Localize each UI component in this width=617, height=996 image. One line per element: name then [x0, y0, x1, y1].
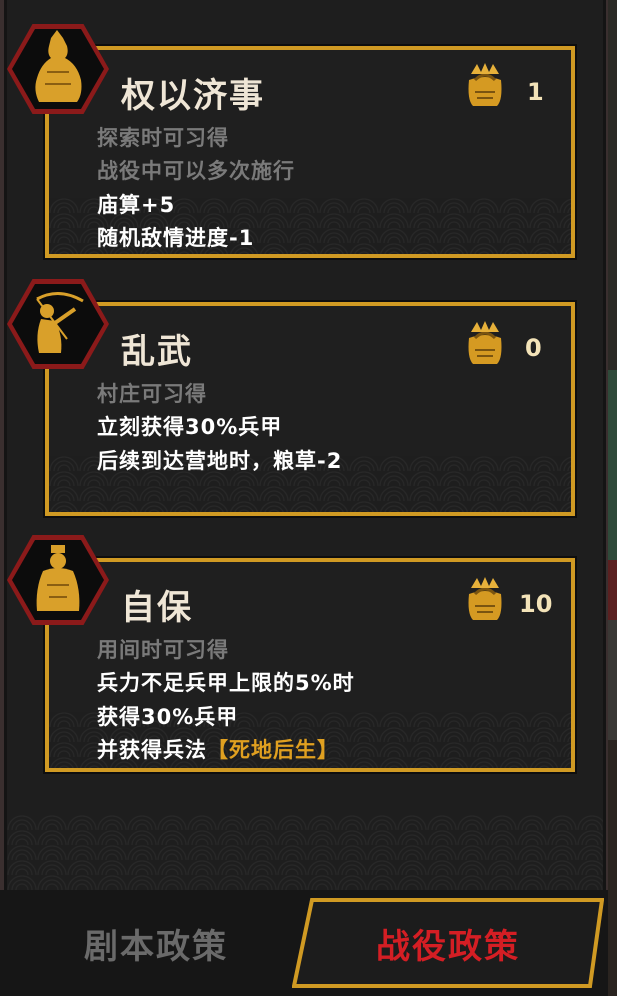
wave-pattern-decoration	[7, 815, 603, 890]
grain-sack-icon	[468, 321, 502, 364]
policy-line: 探索时可习得	[97, 126, 229, 150]
policy-line: 随机敌情进度-1	[97, 226, 255, 250]
grain-sack-icon	[468, 63, 502, 106]
policy-card-3[interactable]: 自保 用间时可习得 兵力不足兵甲上限的5%时 获得30%兵甲 并获得兵法【死地后…	[45, 558, 575, 772]
grain-sack-icon	[468, 577, 502, 620]
policy-line: 用间时可习得	[97, 638, 229, 662]
policy-line: 立刻获得30%兵甲	[97, 415, 283, 439]
tab-script-policy[interactable]: 剧本政策	[6, 898, 306, 988]
policy-line: 兵力不足兵甲上限的5%时	[97, 671, 355, 695]
cost-value: 10	[519, 590, 553, 618]
policy-line: 庙算+5	[97, 193, 176, 217]
cost-value: 1	[527, 78, 544, 106]
policy-card-1[interactable]: 权以济事 探索时可习得 战役中可以多次施行 庙算+5 随机敌情进度-1 1	[45, 46, 575, 258]
policy-line-text: 并获得兵法	[97, 738, 207, 762]
policy-line: 并获得兵法【死地后生】	[97, 734, 339, 764]
policy-title: 乱武	[121, 332, 193, 372]
policy-list-panel[interactable]: 权以济事 探索时可习得 战役中可以多次施行 庙算+5 随机敌情进度-1 1 乱武…	[4, 0, 606, 890]
policy-title: 权以济事	[121, 76, 265, 116]
art-of-war-highlight: 【死地后生】	[207, 738, 339, 762]
policy-line: 战役中可以多次施行	[97, 159, 295, 183]
background-edge	[608, 0, 617, 996]
policy-title: 自保	[121, 588, 193, 628]
policy-line: 村庄可习得	[97, 382, 207, 406]
cost-value: 0	[525, 334, 542, 362]
active-tab-frame	[292, 898, 604, 988]
policy-line: 后续到达营地时，粮草-2	[97, 449, 343, 473]
policy-line: 获得30%兵甲	[97, 705, 239, 729]
policy-card-2[interactable]: 乱武 村庄可习得 立刻获得30%兵甲 后续到达营地时，粮草-2 0	[45, 302, 575, 516]
